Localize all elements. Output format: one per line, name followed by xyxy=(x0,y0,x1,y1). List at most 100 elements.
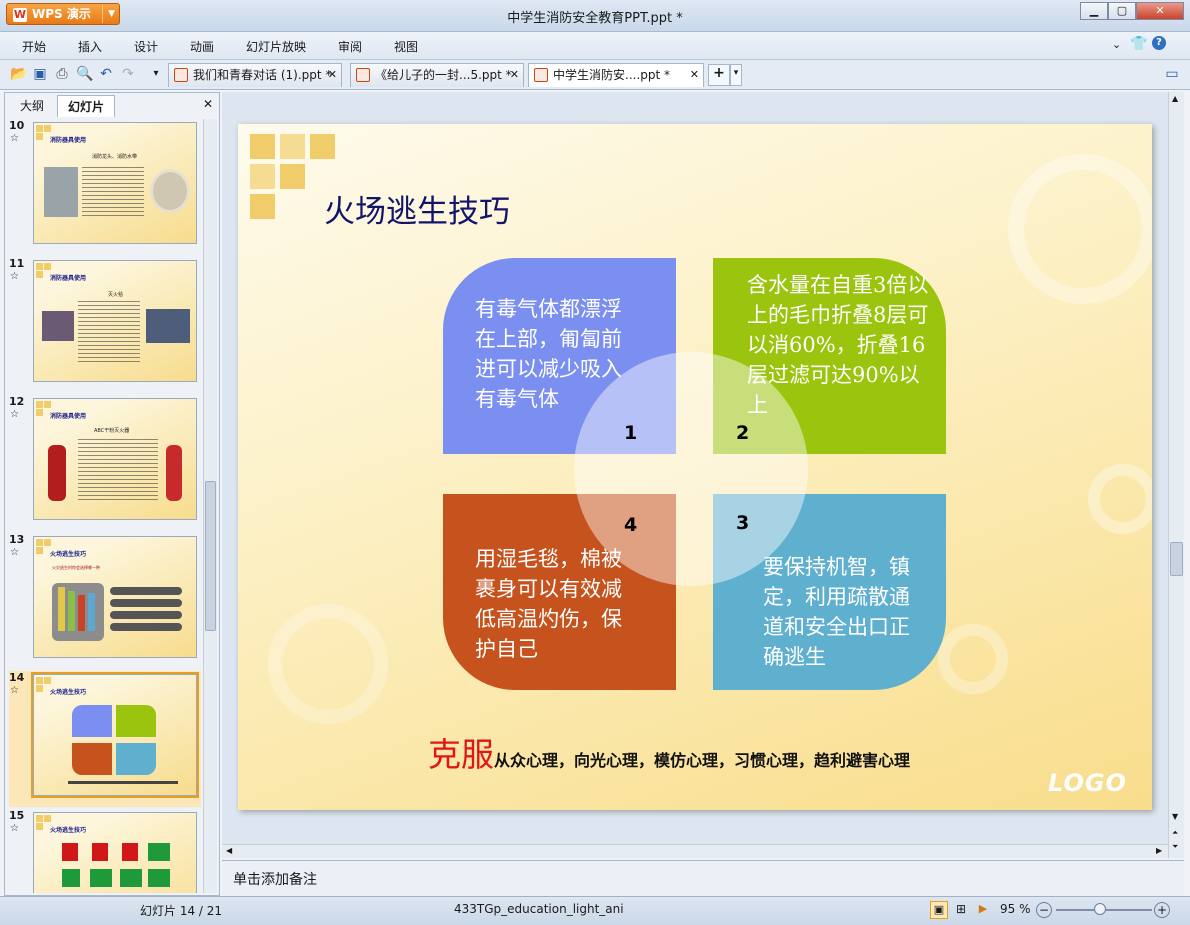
maximize-button[interactable]: ▢ xyxy=(1108,2,1136,20)
normal-view-icon[interactable]: ▣ xyxy=(930,901,948,919)
status-bar: 幻灯片 14 / 21 433TGp_education_light_ani ▣… xyxy=(0,896,1190,925)
deco-square xyxy=(250,134,275,159)
slide-number: 12 xyxy=(9,395,25,408)
tip-number-3: 3 xyxy=(736,512,750,534)
slide-thumbnail-14-selected[interactable]: 14 ☆ 火场逃生技巧 xyxy=(9,671,201,807)
redo-icon[interactable]: ↷ xyxy=(120,66,136,82)
deco-square xyxy=(280,134,305,159)
menu-view[interactable]: 视图 xyxy=(394,38,418,55)
menu-animation[interactable]: 动画 xyxy=(190,38,214,55)
close-pane-icon[interactable]: ✕ xyxy=(203,97,213,111)
center-circle xyxy=(574,352,808,586)
slide-thumbnail-10[interactable]: 10 ☆ 消防器具使用 消防龙头、消防水带 xyxy=(9,119,201,255)
slide-thumbnail-13[interactable]: 13 ☆ 火场逃生技巧 火灾逃生时你会选择哪一种 xyxy=(9,533,201,669)
help-icon[interactable]: ? xyxy=(1152,36,1166,50)
scroll-right-icon[interactable]: ▶ xyxy=(1156,846,1162,855)
tab-outline[interactable]: 大纲 xyxy=(9,95,55,117)
slideshow-icon[interactable]: ▶ xyxy=(974,901,992,919)
slides-pane: 大纲 幻灯片 ✕ 10 ☆ 消防器具使用 消防龙头、消防水带 11 ☆ 消防器具… xyxy=(4,92,220,896)
animation-star-icon: ☆ xyxy=(10,547,19,558)
slide-number: 13 xyxy=(9,533,25,546)
tip-number-1: 1 xyxy=(624,422,638,444)
animation-star-icon: ☆ xyxy=(10,685,19,696)
slide-title[interactable]: 火场逃生技巧 xyxy=(324,186,510,231)
menu-home[interactable]: 开始 xyxy=(22,38,46,55)
slide-number: 14 xyxy=(9,671,25,684)
undo-icon[interactable]: ↶ xyxy=(98,66,114,82)
close-tab-icon[interactable]: ✕ xyxy=(328,64,337,86)
tab-label: 中学生消防安....ppt * xyxy=(553,68,671,82)
tab-label: 我们和青春对话 (1).ppt * xyxy=(193,68,332,82)
thumbnail-image: 火场逃生技巧 火灾逃生时你会选择哪一种 xyxy=(33,536,197,658)
window-title: 中学生消防安全教育PPT.ppt * xyxy=(507,11,683,26)
ppt-file-icon xyxy=(534,68,548,82)
overcome-text[interactable]: 克服从众心理，向光心理，模仿心理，习惯心理，趋利避害心理 xyxy=(428,728,910,776)
template-name: 433TGp_education_light_ani xyxy=(454,902,624,916)
customize-toolbar-icon[interactable]: ▾ xyxy=(148,66,164,82)
editor-horizontal-scrollbar[interactable]: ◀ ▶ xyxy=(222,844,1168,858)
menu-bar: 开始 插入 设计 动画 幻灯片放映 审阅 视图 ⌄ 👕 ? xyxy=(0,32,1190,60)
deco-square xyxy=(280,164,305,189)
logo-text: LOGO xyxy=(1048,769,1127,797)
tab-doc-3-active[interactable]: 中学生消防安....ppt * ✕ xyxy=(528,63,704,87)
menu-slideshow[interactable]: 幻灯片放映 xyxy=(246,38,306,55)
thumbnail-image: 消防器具使用 ABC干粉灭火器 xyxy=(33,398,197,520)
close-button[interactable]: ✕ xyxy=(1136,2,1184,20)
tab-list-icon[interactable]: ▾ xyxy=(730,64,742,86)
skin-icon[interactable]: 👕 xyxy=(1130,36,1147,52)
menu-insert[interactable]: 插入 xyxy=(78,38,102,55)
ppt-file-icon xyxy=(174,68,188,82)
scroll-up-icon[interactable]: ▲ xyxy=(1172,94,1178,103)
save-icon[interactable]: ▣ xyxy=(32,66,48,82)
slide-sorter-icon[interactable]: ⊞ xyxy=(952,901,970,919)
zoom-slider-handle[interactable] xyxy=(1094,903,1106,915)
scroll-down-icon[interactable]: ▼ xyxy=(1172,812,1178,821)
thumbnail-image: 消防器具使用 消防龙头、消防水带 xyxy=(33,122,197,244)
window-layout-icon[interactable]: ▭ xyxy=(1164,66,1180,82)
scroll-thumb[interactable] xyxy=(1170,542,1183,576)
zoom-in-icon[interactable]: + xyxy=(1154,902,1170,918)
zoom-level: 95 % xyxy=(1000,902,1031,916)
close-tab-icon[interactable]: ✕ xyxy=(690,64,699,86)
slide-thumbnail-12[interactable]: 12 ☆ 消防器具使用 ABC干粉灭火器 xyxy=(9,395,201,531)
slide-number: 15 xyxy=(9,809,25,822)
scroll-thumb[interactable] xyxy=(205,481,216,631)
print-icon[interactable]: ⎙ xyxy=(54,66,70,82)
previous-slide-icon[interactable]: ⏶ xyxy=(1172,828,1178,838)
collapse-ribbon-icon[interactable]: ⌄ xyxy=(1112,38,1121,51)
tip-text-4: 用湿毛毯，棉被裹身可以有效减低高温灼伤，保护自己 xyxy=(475,547,622,661)
tip-text-3: 要保持机智，镇定，利用疏散通道和安全出口正确逃生 xyxy=(763,555,910,669)
thumbnail-list: 10 ☆ 消防器具使用 消防龙头、消防水带 11 ☆ 消防器具使用 灭火毯 12… xyxy=(9,119,201,893)
tab-label: 《给儿子的一封...5.ppt * xyxy=(375,68,512,82)
menu-review[interactable]: 审阅 xyxy=(338,38,362,55)
next-slide-icon[interactable]: ⏷ xyxy=(1172,842,1178,852)
tab-doc-1[interactable]: 我们和青春对话 (1).ppt * ✕ xyxy=(168,63,342,87)
animation-star-icon: ☆ xyxy=(10,133,19,144)
deco-square xyxy=(310,134,335,159)
tab-slides[interactable]: 幻灯片 xyxy=(57,95,115,117)
thumbnail-scrollbar[interactable] xyxy=(203,119,217,893)
close-tab-icon[interactable]: ✕ xyxy=(510,64,519,86)
open-icon[interactable]: 📂 xyxy=(10,66,27,82)
slide-thumbnail-15[interactable]: 15 ☆ 火场逃生技巧 xyxy=(9,809,201,893)
slide-canvas[interactable]: 火场逃生技巧 有毒气体都漂浮在上部，匍匐前进可以减少吸入有毒气体 含水量在自重3… xyxy=(238,124,1152,810)
title-bar: W WPS 演示 ▼ 中学生消防安全教育PPT.ppt * ▁ ▢ ✕ xyxy=(0,0,1190,32)
slide-number: 11 xyxy=(9,257,25,270)
editor-vertical-scrollbar[interactable]: ▲ ▼ ⏶ ⏷ xyxy=(1168,92,1184,858)
zoom-out-icon[interactable]: − xyxy=(1036,902,1052,918)
animation-star-icon: ☆ xyxy=(10,409,19,420)
scroll-left-icon[interactable]: ◀ xyxy=(226,846,232,855)
minimize-button[interactable]: ▁ xyxy=(1080,2,1108,20)
new-tab-icon[interactable]: + xyxy=(708,64,730,86)
tip-number-2: 2 xyxy=(736,422,750,444)
tip-number-4: 4 xyxy=(624,514,638,536)
print-preview-icon[interactable]: 🔍 xyxy=(76,66,93,82)
deco-square xyxy=(250,164,275,189)
tab-doc-2[interactable]: 《给儿子的一封...5.ppt * ✕ xyxy=(350,63,524,87)
notes-pane[interactable]: 单击添加备注 xyxy=(222,860,1184,896)
toolbar: 📂 ▣ ⎙ 🔍 ↶ ↷ ▾ 我们和青春对话 (1).ppt * ✕ 《给儿子的一… xyxy=(0,60,1190,90)
menu-design[interactable]: 设计 xyxy=(134,38,158,55)
slide-thumbnail-11[interactable]: 11 ☆ 消防器具使用 灭火毯 xyxy=(9,257,201,393)
slide-number: 10 xyxy=(9,119,25,132)
slide-editor: 火场逃生技巧 有毒气体都漂浮在上部，匍匐前进可以减少吸入有毒气体 含水量在自重3… xyxy=(222,92,1168,844)
